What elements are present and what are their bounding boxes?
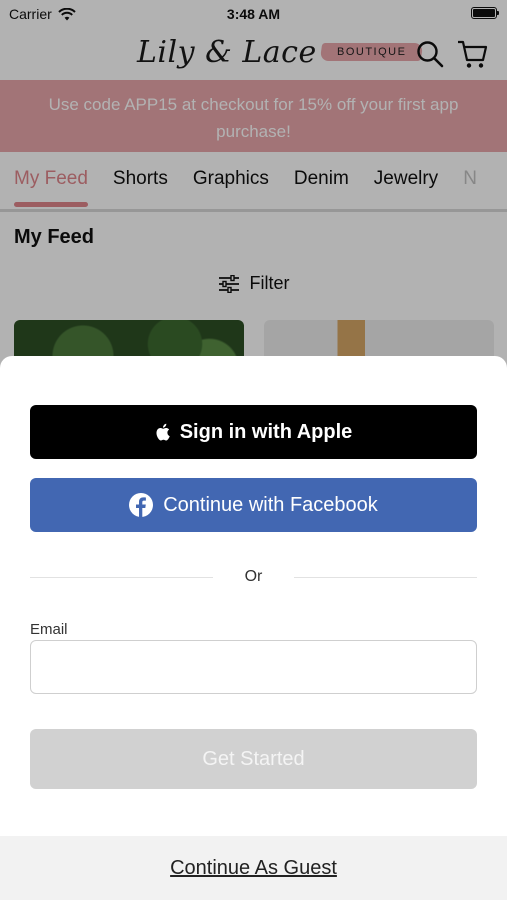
continue-facebook-button[interactable]: Continue with Facebook bbox=[30, 478, 477, 532]
get-started-button[interactable]: Get Started bbox=[30, 729, 477, 789]
facebook-icon bbox=[129, 493, 154, 517]
guest-bar: Continue As Guest bbox=[0, 836, 507, 900]
or-label: Or bbox=[244, 568, 263, 585]
email-label: Email bbox=[30, 621, 68, 638]
continue-as-guest-link[interactable]: Continue As Guest bbox=[170, 857, 337, 880]
divider-line bbox=[30, 576, 213, 578]
sign-in-apple-button[interactable]: Sign in with Apple bbox=[30, 405, 477, 459]
apple-button-label: Sign in with Apple bbox=[179, 420, 353, 443]
or-divider: Or bbox=[30, 568, 477, 586]
facebook-button-label: Continue with Facebook bbox=[163, 493, 378, 516]
apple-icon bbox=[156, 423, 170, 441]
email-field[interactable] bbox=[30, 640, 477, 694]
divider-line bbox=[294, 576, 477, 578]
login-sheet: Sign in with Apple Continue with Faceboo… bbox=[0, 356, 507, 900]
get-started-label: Get Started bbox=[202, 747, 305, 770]
